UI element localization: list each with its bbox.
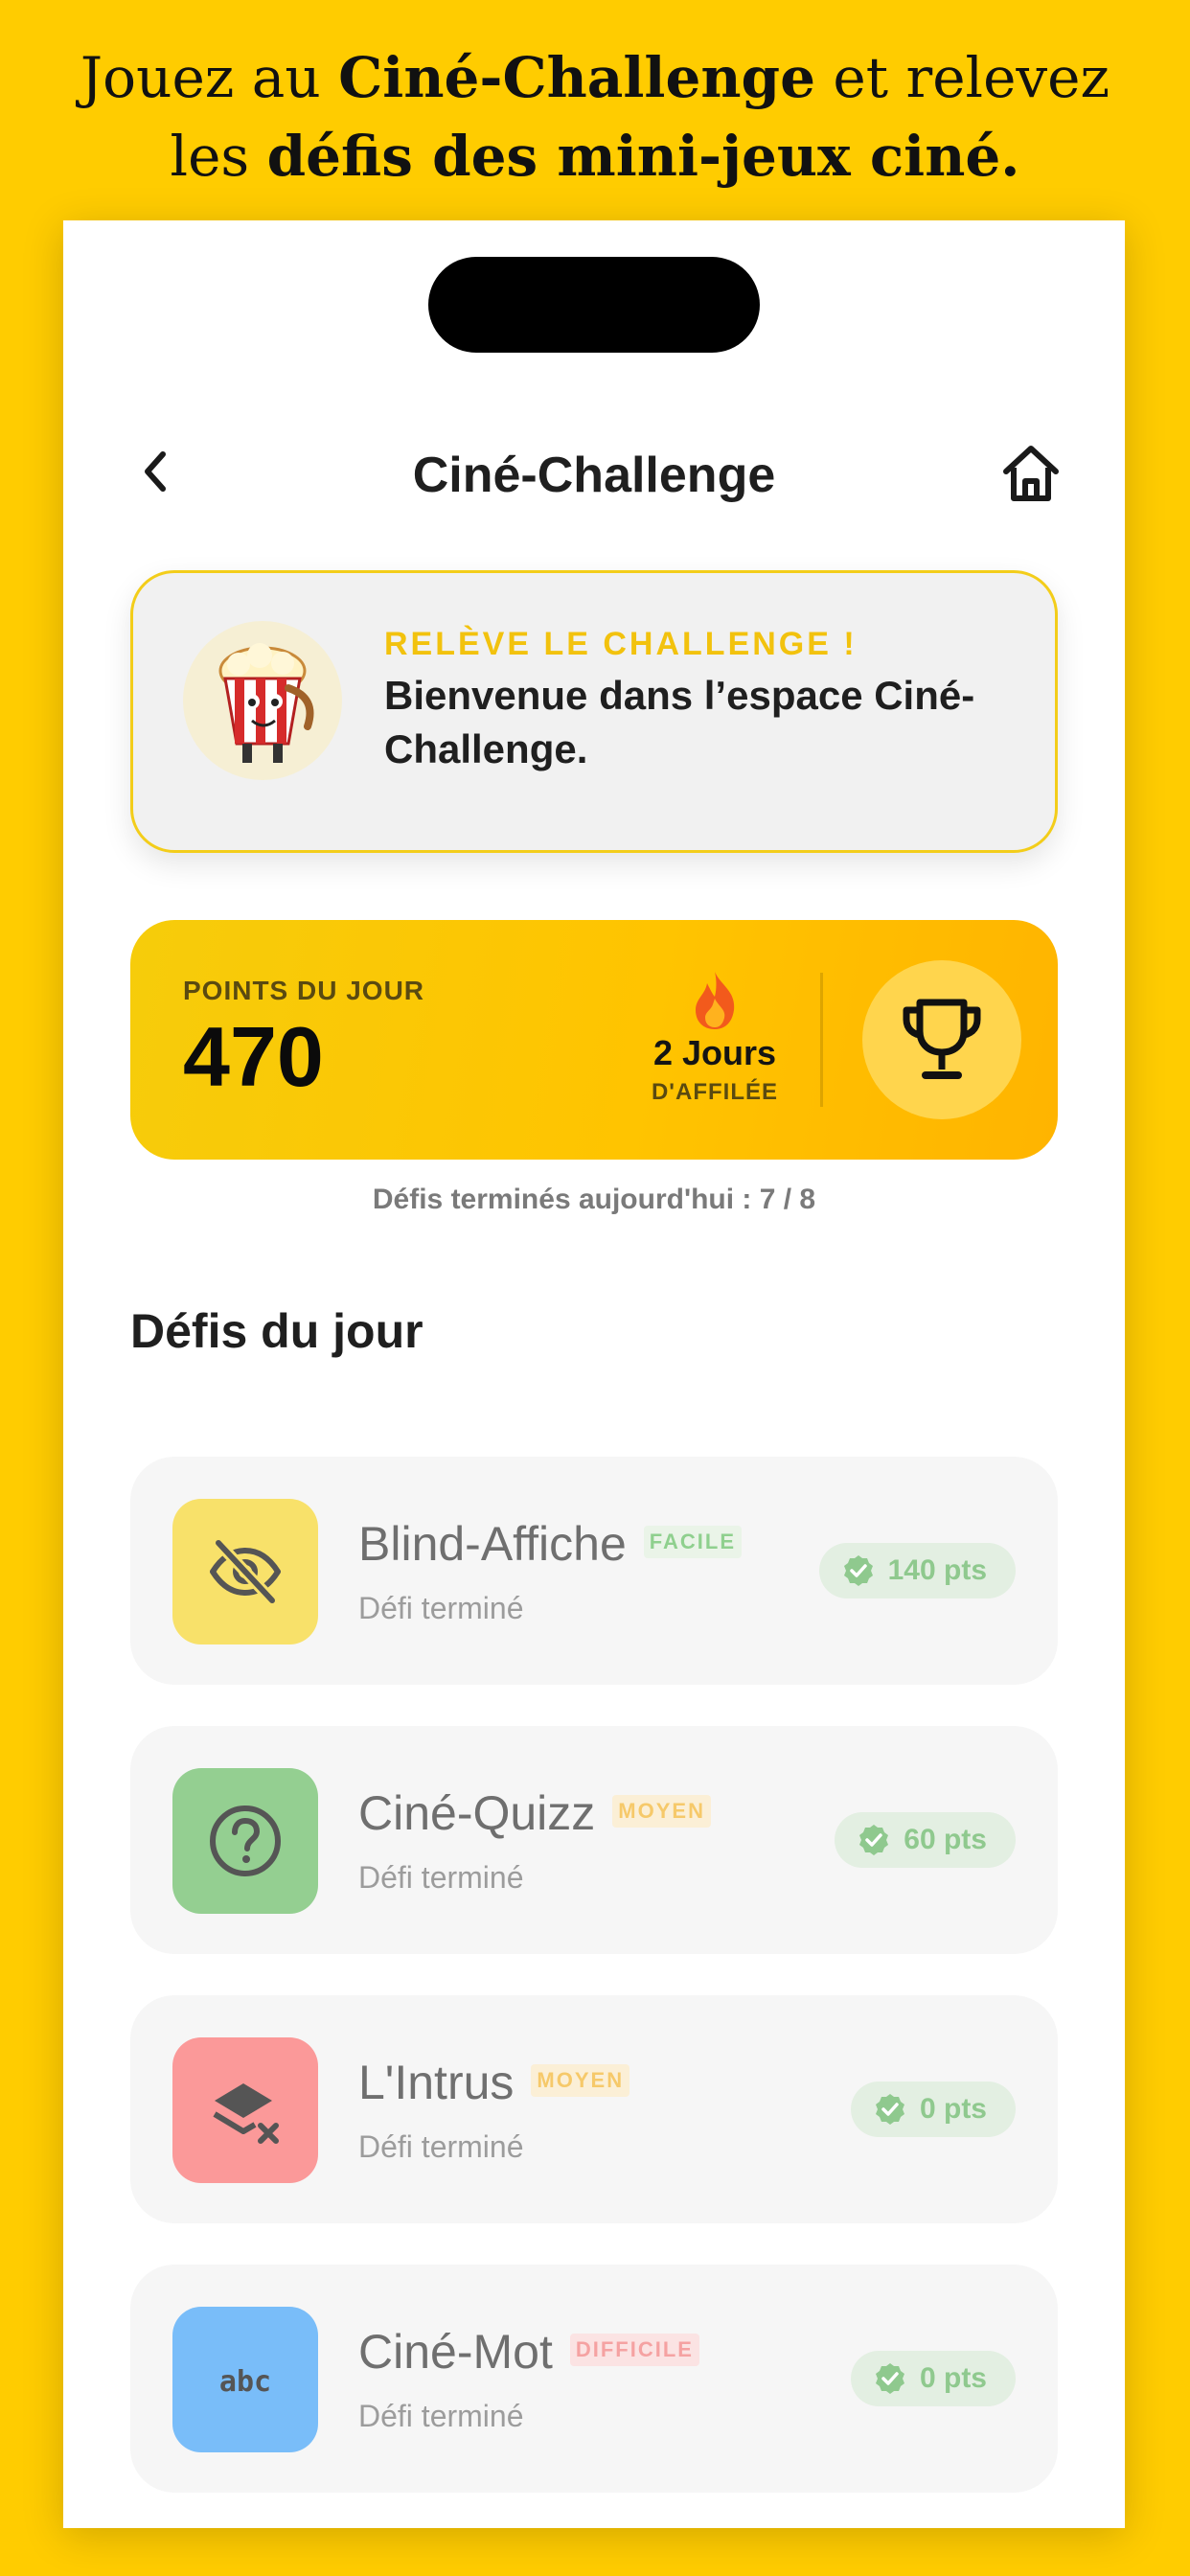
streak-count: 2 Jours <box>652 1033 777 1072</box>
challenge-title: Ciné-Mot <box>358 2325 553 2379</box>
challenge-tile <box>172 2037 318 2183</box>
home-icon <box>1003 446 1059 501</box>
layer-remove-icon <box>213 2083 279 2144</box>
difficulty-badge: FACILE <box>643 1525 743 1558</box>
trophy-icon <box>903 999 981 1079</box>
promo-highlight: défis des mini-jeux ciné. <box>266 124 1020 189</box>
daily-points-card: POINTS DU JOUR 470 2 Jours D'AFFILÉE <box>130 920 1058 1160</box>
challenge-card-cine-quizz[interactable]: Ciné-Quizz MOYEN Défi terminé 60 pts <box>130 1726 1058 1954</box>
points-value: 140 pts <box>887 1554 987 1586</box>
dynamic-island <box>428 257 760 353</box>
svg-text:abc: abc <box>219 2365 271 2399</box>
home-button[interactable] <box>996 439 1065 508</box>
promo-headline: Jouez au Ciné-Challenge et relevez les d… <box>0 38 1190 196</box>
promo-text: et relevez <box>814 45 1110 110</box>
check-badge-icon <box>875 2094 904 2125</box>
points-badge: 0 pts <box>850 2351 1016 2406</box>
challenge-card-blind-affiche[interactable]: Blind-Affiche FACILE Défi terminé 140 pts <box>130 1457 1058 1685</box>
completed-today-text: Défis terminés aujourd'hui : 7 / 8 <box>372 1184 816 1215</box>
check-badge-icon <box>859 1825 889 1855</box>
difficulty-badge: MOYEN <box>612 1794 711 1828</box>
points-badge: 60 pts <box>835 1812 1016 1868</box>
promo-brand: Ciné-Challenge <box>338 45 815 110</box>
difficulty-badge: MOYEN <box>531 2063 630 2097</box>
difficulty-badge: DIFFICILE <box>569 2333 699 2366</box>
trophy-button[interactable] <box>862 960 1021 1119</box>
welcome-card: RELÈVE LE CHALLENGE ! Bienvenue dans l’e… <box>130 570 1058 853</box>
flame-icon <box>696 972 735 1029</box>
welcome-message: Bienvenue dans l’espace Ciné-Challenge. <box>384 673 975 771</box>
challenge-tile <box>172 1499 318 1644</box>
page-title: Ciné-Challenge <box>412 448 776 503</box>
challenge-title: L'Intrus <box>358 2056 515 2109</box>
points-badge: 0 pts <box>850 2082 1016 2137</box>
challenge-status: Défi terminé <box>358 1591 524 1625</box>
question-circle-icon <box>210 1806 281 1876</box>
streak-label: D'AFFILÉE <box>651 1079 779 1105</box>
points-value: 60 pts <box>904 1824 987 1855</box>
section-title: Défis du jour <box>130 1304 423 1358</box>
points-value: 0 pts <box>919 2093 987 2125</box>
points-badge: 140 pts <box>818 1543 1016 1598</box>
challenge-status: Défi terminé <box>358 1860 524 1895</box>
challenge-name: Ciné-Quizz MOYEN <box>358 1785 711 1841</box>
eye-off-icon <box>210 1538 281 1605</box>
challenge-tile: abc <box>172 2307 318 2452</box>
popcorn-mascot-icon <box>183 621 342 780</box>
challenge-card-l-intrus[interactable]: L'Intrus MOYEN Défi terminé 0 pts <box>130 1995 1058 2223</box>
challenge-tile <box>172 1768 318 1914</box>
promo-text: les <box>170 124 267 189</box>
challenge-name: L'Intrus MOYEN <box>358 2055 630 2110</box>
points-value: 470 <box>183 1009 324 1104</box>
challenge-status: Défi terminé <box>358 2399 524 2433</box>
points-value: 0 pts <box>919 2362 987 2394</box>
promo-text: Jouez au <box>80 45 339 110</box>
navigation-bar: Ciné-Challenge <box>63 422 1125 527</box>
check-badge-icon <box>875 2363 904 2394</box>
challenge-title: Blind-Affiche <box>358 1517 627 1571</box>
check-badge-icon <box>843 1555 873 1586</box>
abc-icon: abc <box>219 2365 271 2399</box>
challenge-card-cine-mot[interactable]: abc Ciné-Mot DIFFICILE Défi terminé 0 pts <box>130 2265 1058 2493</box>
divider <box>820 973 823 1107</box>
points-label: POINTS DU JOUR <box>183 976 425 1005</box>
challenge-name: Blind-Affiche FACILE <box>358 1516 743 1572</box>
challenge-name: Ciné-Mot DIFFICILE <box>358 2324 699 2380</box>
challenge-title: Ciné-Quizz <box>358 1786 596 1840</box>
phone-screen: Ciné-Challenge RELÈVE LE CHALLENGE ! Bie… <box>63 220 1125 2528</box>
challenge-status: Défi terminé <box>358 2129 524 2164</box>
challenge-kicker: RELÈVE LE CHALLENGE ! <box>384 626 858 662</box>
